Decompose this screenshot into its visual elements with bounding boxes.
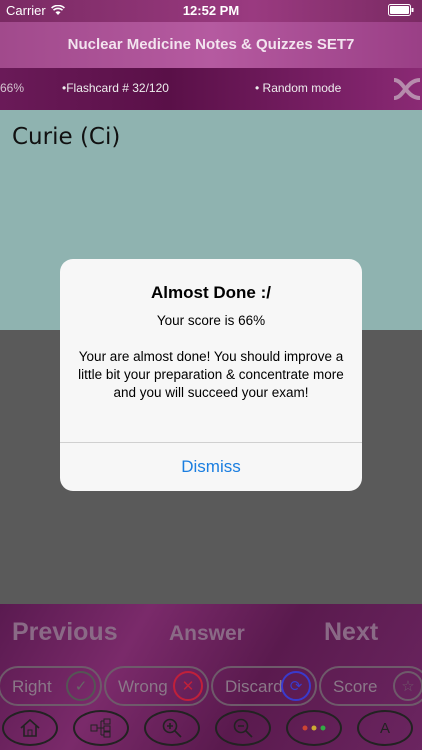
alert-message: Your are almost done! You should improve… <box>78 349 344 400</box>
app-screen: Carrier 12:52 PM Nuclear Medicine Notes … <box>0 0 422 750</box>
alert-dialog: Almost Done :/ Your score is 66% Your ar… <box>60 259 362 491</box>
dismiss-button[interactable]: Dismiss <box>60 442 362 491</box>
alert-score: Your score is 66% <box>156 313 266 328</box>
alert-title: Almost Done :/ <box>151 283 271 302</box>
